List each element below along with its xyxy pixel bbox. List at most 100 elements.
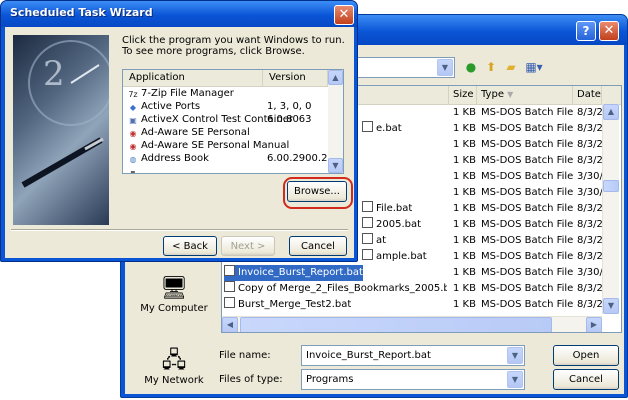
app-icon: ▪ bbox=[130, 168, 136, 174]
column-header-date[interactable]: Date bbox=[573, 86, 602, 104]
scroll-down-icon[interactable]: ▼ bbox=[328, 158, 343, 173]
file-row[interactable]: Burst_Merge_Test2.bat 1 KB MS-DOS Batch Fi… bbox=[222, 297, 608, 313]
scroll-right-icon[interactable]: ▶ bbox=[586, 317, 602, 332]
file-name-text: Invoice_Burst_Report.bat bbox=[238, 267, 363, 278]
app-name: Active Ports bbox=[141, 101, 201, 112]
my-computer-icon: 🖥 bbox=[160, 276, 188, 301]
file-size-cell: 1 KB bbox=[453, 233, 476, 249]
new-folder-icon[interactable]: ▰ bbox=[503, 59, 519, 75]
app-row[interactable]: ▣ ActiveX Control Test Container 6.0.8063 bbox=[123, 113, 328, 126]
files-of-type-value: Programs bbox=[306, 374, 354, 385]
back-icon[interactable]: ● bbox=[463, 59, 479, 75]
scroll-up-icon[interactable]: ▲ bbox=[603, 104, 619, 120]
wizard-title: Scheduled Task Wizard bbox=[10, 6, 153, 19]
app-name: Address Book bbox=[141, 153, 209, 164]
up-folder-icon[interactable]: ⬆ bbox=[483, 59, 499, 75]
app-column-headers: Application Version bbox=[123, 70, 328, 87]
file-type-text: MS-DOS Batch File bbox=[481, 203, 573, 214]
app-version: 6.0.8063 bbox=[267, 114, 312, 125]
file-type-text: MS-DOS Batch File bbox=[481, 123, 573, 134]
file-name-text: ample.bat bbox=[376, 251, 427, 262]
file-type-cell: MS-DOS Batch File bbox=[481, 153, 573, 169]
app-name: 7-Zip File Manager bbox=[141, 88, 234, 99]
file-type-text: MS-DOS Batch File bbox=[481, 107, 573, 118]
file-size-cell: 1 KB bbox=[453, 201, 476, 217]
app-row[interactable]: 7z 7-Zip File Manager bbox=[123, 87, 328, 100]
file-name-cell: Copy of Merge_2_Files_Bookmarks_2005.bat bbox=[224, 281, 447, 297]
next-button: Next > bbox=[221, 236, 275, 256]
cancel-button[interactable]: Cancel bbox=[553, 369, 619, 390]
column-header-size[interactable]: Size bbox=[449, 86, 477, 104]
column-header-type[interactable]: Type ▼ bbox=[477, 86, 573, 104]
file-name-cell: e.bat bbox=[362, 121, 402, 137]
file-size-text: 1 KB bbox=[453, 251, 476, 262]
vertical-scrollbar[interactable]: ▲ ▼ bbox=[602, 104, 619, 314]
activex-icon: ▣ bbox=[129, 116, 137, 125]
file-name-cell: Burst_Merge_Test2.bat bbox=[224, 297, 351, 313]
separator bbox=[11, 229, 348, 231]
column-header-version[interactable]: Version bbox=[263, 70, 328, 86]
file-size-cell: 1 KB bbox=[453, 121, 476, 137]
file-type-cell: MS-DOS Batch File bbox=[481, 169, 573, 185]
file-name-cell: ample.bat bbox=[362, 249, 427, 265]
wizard-instruction: Click the program you want Windows to ru… bbox=[122, 35, 345, 57]
ad-aware-icon: ◉ bbox=[129, 129, 137, 138]
batch-file-icon bbox=[224, 281, 235, 292]
active-ports-icon: ◆ bbox=[129, 103, 137, 112]
wizard-clock-pen-image: 2 bbox=[13, 35, 114, 225]
chevron-down-icon[interactable]: ▼ bbox=[437, 59, 453, 76]
file-type-cell: MS-DOS Batch File bbox=[481, 297, 573, 313]
help-button[interactable]: ? bbox=[576, 21, 596, 41]
file-type-text: MS-DOS Batch File bbox=[481, 219, 573, 230]
scroll-thumb[interactable] bbox=[240, 317, 552, 332]
7zip-icon: 7z bbox=[128, 90, 138, 99]
file-name-cell: at bbox=[362, 233, 386, 249]
app-row[interactable]: ◍ Address Book 6.00.2900.21... bbox=[123, 152, 344, 165]
views-icon[interactable]: ▦▾ bbox=[523, 59, 545, 75]
my-network-icon: 🖧 bbox=[161, 348, 187, 373]
app-row[interactable]: ▪ bbox=[123, 165, 328, 174]
open-button[interactable]: Open bbox=[553, 345, 619, 366]
batch-file-icon bbox=[362, 121, 373, 132]
file-type-text: MS-DOS Batch File bbox=[481, 267, 573, 278]
horizontal-scrollbar[interactable]: ◀ ▶ bbox=[222, 316, 602, 332]
chevron-down-icon[interactable]: ▼ bbox=[507, 347, 523, 364]
scroll-left-icon[interactable]: ◀ bbox=[222, 317, 238, 332]
column-header-application[interactable]: Application bbox=[123, 70, 263, 86]
batch-file-icon bbox=[224, 265, 235, 276]
file-name-text: Copy of Merge_2_Files_Bookmarks_2005.bat bbox=[238, 283, 447, 294]
svg-text:2: 2 bbox=[43, 54, 65, 94]
app-row[interactable]: ◉ Ad-Aware SE Personal bbox=[123, 126, 328, 139]
file-type-cell: MS-DOS Batch File bbox=[481, 105, 573, 121]
close-button[interactable]: ✕ bbox=[334, 5, 354, 25]
vertical-scrollbar[interactable]: ▲ ▼ bbox=[328, 70, 343, 173]
application-list[interactable]: Application Version 7z 7-Zip File Manager… bbox=[122, 69, 344, 174]
file-name-input[interactable]: Invoice_Burst_Report.bat ▼ bbox=[301, 345, 525, 366]
clock-pen-illustration: 2 bbox=[21, 40, 114, 188]
file-type-text: MS-DOS Batch File bbox=[481, 299, 573, 310]
file-size-text: 1 KB bbox=[453, 139, 476, 150]
close-button[interactable]: ✕ bbox=[599, 21, 619, 41]
file-size-text: 1 KB bbox=[453, 155, 476, 166]
place-my-computer[interactable]: 🖥 My Computer bbox=[131, 275, 217, 314]
file-type-text: MS-DOS Batch File bbox=[481, 251, 573, 262]
chevron-down-icon[interactable]: ▼ bbox=[507, 371, 523, 388]
file-type-cell: MS-DOS Batch File bbox=[481, 217, 573, 233]
file-name-text: Burst_Merge_Test2.bat bbox=[238, 299, 352, 310]
file-name-value: Invoice_Burst_Report.bat bbox=[306, 350, 431, 361]
scroll-up-icon[interactable]: ▲ bbox=[328, 70, 343, 85]
file-name-text: 2005.bat bbox=[376, 219, 422, 230]
app-row[interactable]: ◆ Active Ports 1, 3, 0, 0 bbox=[123, 100, 328, 113]
cancel-button[interactable]: Cancel bbox=[289, 236, 347, 256]
files-of-type-select[interactable]: Programs ▼ bbox=[301, 369, 525, 390]
place-my-network[interactable]: 🖧 My Network bbox=[131, 347, 217, 386]
file-row[interactable]: Invoice_Burst_Report.bat 1 KB MS-DOS Batch… bbox=[222, 265, 608, 281]
file-name-cell: File.bat bbox=[362, 201, 412, 217]
file-row[interactable]: Copy of Merge_2_Files_Bookmarks_2005.bat… bbox=[222, 281, 608, 297]
app-row[interactable]: ◉ Ad-Aware SE Personal Manual bbox=[123, 139, 328, 152]
file-size-cell: 1 KB bbox=[453, 169, 476, 185]
file-size-text: 1 KB bbox=[453, 267, 476, 278]
scroll-thumb[interactable] bbox=[603, 180, 619, 192]
scroll-down-icon[interactable]: ▼ bbox=[603, 298, 619, 314]
back-button[interactable]: < Back bbox=[163, 236, 217, 256]
